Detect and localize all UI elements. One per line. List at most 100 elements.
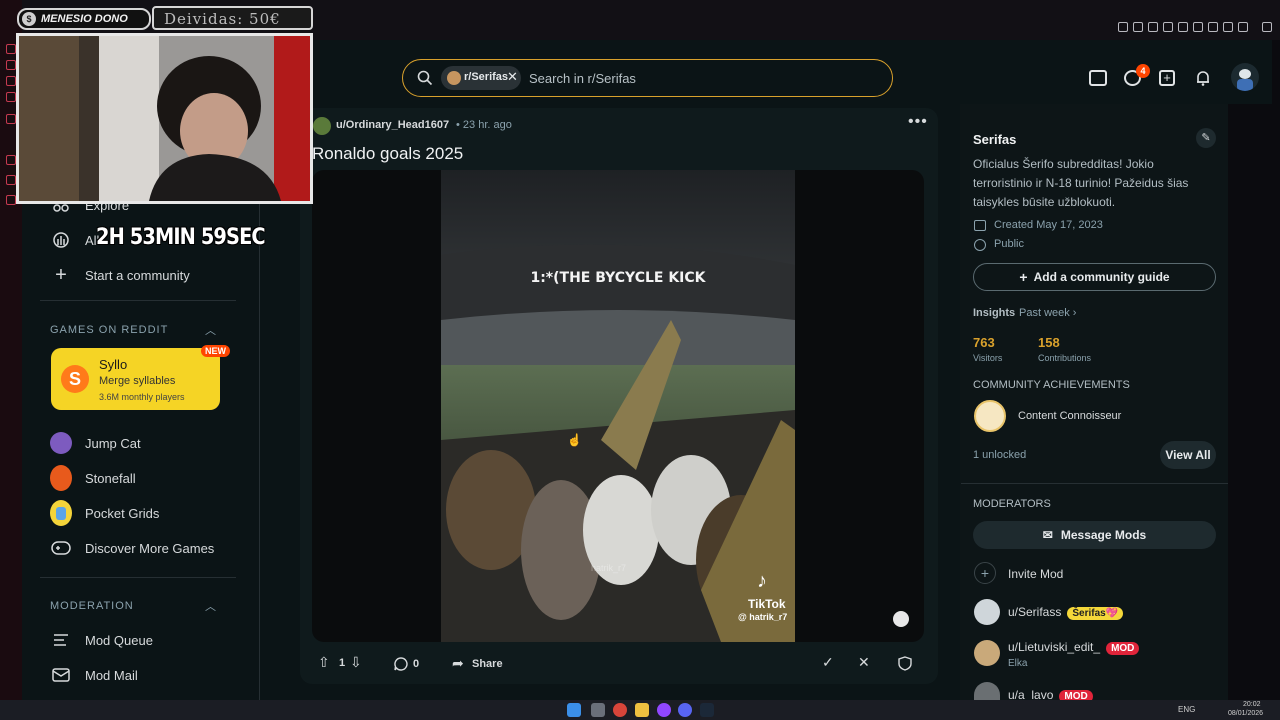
mod-avatar[interactable] <box>974 640 1000 666</box>
message-mods-button[interactable]: ✉ Message Mods <box>973 521 1216 549</box>
edit-pencil-icon[interactable]: ✎ <box>1196 128 1216 148</box>
share-icon: ➦ <box>452 655 464 671</box>
chevron-up-icon[interactable]: ︿ <box>205 598 216 614</box>
taskbar-time: 20:02 <box>1243 701 1261 708</box>
share-button[interactable]: ➦ Share <box>444 651 508 677</box>
add-community-guide-button[interactable]: + Add a community guide <box>973 263 1216 291</box>
task-view-icon[interactable] <box>591 703 605 717</box>
ad-icon[interactable] <box>1089 70 1107 86</box>
stream-debt-bar: Deividas: 50€ <box>152 6 313 30</box>
video-player[interactable]: 1:*(THE BYCYCLE KICK hatrik_r7 ♪ TikTok … <box>441 170 795 642</box>
chevron-up-icon[interactable]: ︿ <box>205 322 216 338</box>
volume-icon[interactable] <box>893 611 909 627</box>
sidebar-app-icon[interactable] <box>6 60 16 70</box>
cake-icon <box>974 220 986 231</box>
chat-badge: 4 <box>1136 64 1150 78</box>
achievement-badge-icon[interactable] <box>974 400 1006 432</box>
sidebar-app-icon[interactable] <box>6 175 16 185</box>
view-all-achievements-button[interactable]: View All <box>1160 441 1216 469</box>
comment-count: 0 <box>413 658 420 670</box>
create-post-icon[interactable]: + <box>1159 70 1175 86</box>
downvote-icon[interactable]: ⇩ <box>350 654 362 671</box>
video-handle-faint: hatrik_r7 <box>591 563 627 573</box>
syllo-game-card[interactable]: S Syllo Merge syllables 3.6M monthly pla… <box>51 348 220 410</box>
chrome-icon[interactable] <box>613 703 627 717</box>
mod-avatar[interactable] <box>974 599 1000 625</box>
notification-bell-icon[interactable] <box>1194 69 1212 87</box>
sidebar-app-icon[interactable] <box>6 114 16 124</box>
steam-icon[interactable] <box>700 703 714 717</box>
sidebar-app-icon[interactable] <box>6 76 16 86</box>
contributions-label: Contributions <box>1038 353 1092 363</box>
nav-mod-queue[interactable]: Mod Queue <box>50 628 153 652</box>
game-item-stonefall[interactable]: Stonefall <box>50 465 136 491</box>
taskbar-date: 08/01/2026 <box>1228 710 1264 717</box>
invite-mod-label[interactable]: Invite Mod <box>1008 567 1063 581</box>
insights-period[interactable]: Past week › <box>1019 307 1076 319</box>
post-options-icon[interactable]: ••• <box>908 113 928 131</box>
search-input[interactable]: Search in r/Serifas <box>529 71 636 86</box>
game-item-jump-cat[interactable]: Jump Cat <box>50 431 141 455</box>
extension-icon[interactable] <box>1133 22 1143 32</box>
community-avatar <box>447 71 461 85</box>
games-section-title: GAMES ON REDDIT <box>50 324 169 336</box>
vote-control[interactable]: ⇧ 1 ⇩ <box>312 651 372 677</box>
windows-start-icon[interactable] <box>567 703 581 717</box>
play-icon[interactable] <box>1178 22 1188 32</box>
game-item-pocket-grids[interactable]: Pocket Grids <box>50 500 159 526</box>
moderators-title: MODERATORS <box>973 498 1051 510</box>
mod-subtitle: Elka <box>1008 658 1028 669</box>
upvote-icon[interactable]: ⇧ <box>318 654 330 671</box>
mod-queue-label: Mod Queue <box>85 632 153 648</box>
game-label: Stonefall <box>85 470 136 486</box>
shield-icon[interactable] <box>898 656 912 671</box>
webcam-feed <box>19 36 310 201</box>
discord-icon[interactable] <box>678 703 692 717</box>
extension-icon[interactable] <box>1148 22 1158 32</box>
post-title[interactable]: Ronaldo goals 2025 <box>312 144 463 164</box>
extension-icon[interactable] <box>1163 22 1173 32</box>
invite-mod-icon[interactable]: + <box>974 562 996 584</box>
scrollbar[interactable] <box>1273 104 1278 700</box>
sidebar-app-icon[interactable] <box>6 195 16 205</box>
file-explorer-icon[interactable] <box>635 703 649 717</box>
mod-entry[interactable]: u/a_lavo MOD <box>1008 688 1093 700</box>
mod-entry[interactable]: u/Lietuviski_edit_ MOD <box>1008 640 1140 655</box>
app-icon[interactable] <box>657 703 671 717</box>
sidebar-app-icon[interactable] <box>6 92 16 102</box>
created-date: Created May 17, 2023 <box>994 219 1103 231</box>
vote-count: 1 <box>339 657 346 669</box>
heart-icon[interactable] <box>1193 22 1203 32</box>
taskbar-language[interactable]: ENG <box>1178 705 1195 714</box>
sidebar-app-icon[interactable] <box>6 44 16 54</box>
user-avatar[interactable] <box>1231 63 1259 91</box>
remove-icon[interactable]: ✕ <box>858 654 870 671</box>
zoom-icon[interactable] <box>1118 22 1128 32</box>
extension-icon[interactable] <box>1208 22 1218 32</box>
stream-channel-bar: $ MENESIO DONO <box>17 8 151 30</box>
achievements-unlocked: 1 unlocked <box>973 449 1027 461</box>
globe-icon <box>974 239 986 251</box>
game-item-discover-more[interactable]: Discover More Games <box>50 536 214 560</box>
comments-button[interactable]: 0 <box>386 651 432 677</box>
nav-start-community[interactable]: + Start a community <box>50 263 190 287</box>
chip-close-icon[interactable]: ✕ <box>507 69 518 85</box>
author-avatar[interactable] <box>313 117 331 135</box>
mod-entry[interactable]: u/Serifass Šerifas💖 <box>1008 605 1124 620</box>
ai-icon[interactable] <box>1238 22 1248 32</box>
syllo-players: 3.6M monthly players <box>99 392 185 402</box>
search-community-chip[interactable]: r/Serifas ✕ <box>441 66 521 90</box>
tiktok-watermark: TikTok <box>748 597 786 611</box>
sidebar-app-icon[interactable] <box>6 155 16 165</box>
post-author[interactable]: u/Ordinary_Head1607 <box>336 119 449 131</box>
nav-mod-mail[interactable]: Mod Mail <box>50 663 138 687</box>
approve-icon[interactable]: ✓ <box>822 654 834 671</box>
message-mods-label: Message Mods <box>1060 528 1147 542</box>
stream-debt-label: Deividas: 50€ <box>164 10 281 28</box>
mod-username: u/Lietuviski_edit_ <box>1008 640 1101 654</box>
nav-all[interactable]: All <box>50 228 99 252</box>
menu-icon[interactable] <box>1262 22 1272 32</box>
mod-mail-label: Mod Mail <box>85 667 138 683</box>
extension-icon[interactable] <box>1223 22 1233 32</box>
contributions-value: 158 <box>1038 335 1060 350</box>
